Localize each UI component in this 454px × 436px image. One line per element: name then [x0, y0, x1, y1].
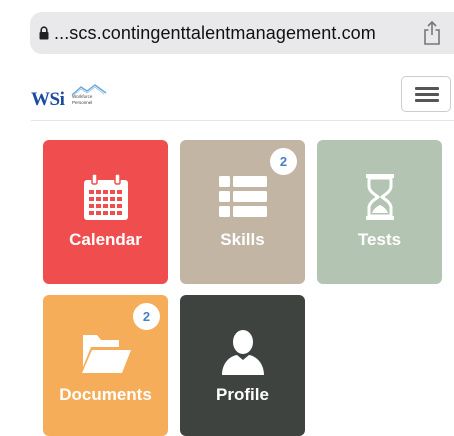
user-icon	[222, 330, 264, 375]
tile-label: Documents	[59, 385, 152, 404]
share-icon[interactable]	[422, 20, 442, 46]
documents-tile[interactable]: 2 Documents	[43, 295, 168, 436]
notification-badge: 2	[133, 303, 160, 330]
url-text[interactable]: ...scs.contingenttalentmanagement.com	[54, 23, 376, 44]
skills-tile[interactable]: 2 Skills	[180, 140, 305, 284]
calendar-icon	[84, 173, 128, 220]
tests-tile[interactable]: Tests	[317, 140, 442, 284]
lock-icon	[39, 26, 49, 40]
tile-label: Profile	[216, 385, 269, 404]
logo-tagline: Workforce	[72, 94, 93, 99]
tile-label: Calendar	[69, 230, 142, 249]
hamburger-menu-icon	[415, 87, 439, 90]
list-icon	[219, 176, 267, 217]
hourglass-icon	[366, 174, 394, 220]
calendar-tile[interactable]: Calendar	[43, 140, 168, 284]
tile-label: Tests	[357, 230, 402, 249]
address-bar[interactable]: ...scs.contingenttalentmanagement.com	[30, 12, 454, 54]
company-logo[interactable]: WSi Workforce Personnel	[31, 81, 111, 115]
logo-wordmark: WSi	[31, 89, 65, 110]
profile-tile[interactable]: Profile	[180, 295, 305, 436]
folder-open-icon	[82, 335, 131, 373]
tile-label: Skills	[220, 230, 265, 249]
logo-tagline: Personnel	[72, 100, 93, 105]
hamburger-menu-button[interactable]	[401, 76, 451, 112]
notification-badge: 2	[270, 148, 297, 175]
header-divider	[31, 120, 454, 121]
